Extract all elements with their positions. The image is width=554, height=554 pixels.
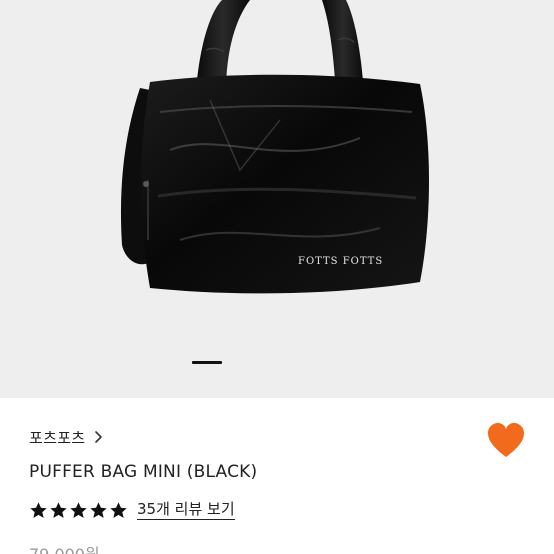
bag-logo-print: FOTTS FOTTS — [298, 256, 383, 267]
chevron-right-icon — [93, 427, 105, 447]
star-icon — [90, 501, 107, 518]
bag-body — [141, 74, 429, 294]
puffer-bag-image: FOTTS FOTTS — [120, 0, 429, 294]
star-icon — [70, 501, 87, 518]
rating-row: 35개 리뷰 보기 — [29, 499, 235, 521]
product-info: 포츠포츠 PUFFER BAG MINI (BLACK) 35개 리뷰 보기 7… — [0, 398, 554, 554]
star-icon — [50, 501, 67, 518]
brand-link[interactable]: 포츠포츠 — [29, 427, 105, 447]
heart-icon[interactable] — [486, 422, 526, 460]
star-icon — [110, 501, 127, 518]
star-icon — [30, 501, 47, 518]
price: 79,000원 — [29, 541, 100, 554]
product-title: PUFFER BAG MINI (BLACK) — [29, 462, 258, 482]
review-link[interactable]: 35개 리뷰 보기 — [137, 500, 235, 520]
product-image-carousel[interactable]: FOTTS FOTTS — [0, 0, 554, 398]
rating-stars — [29, 501, 128, 520]
brand-name: 포츠포츠 — [29, 428, 86, 447]
carousel-page-indicator — [192, 361, 222, 364]
